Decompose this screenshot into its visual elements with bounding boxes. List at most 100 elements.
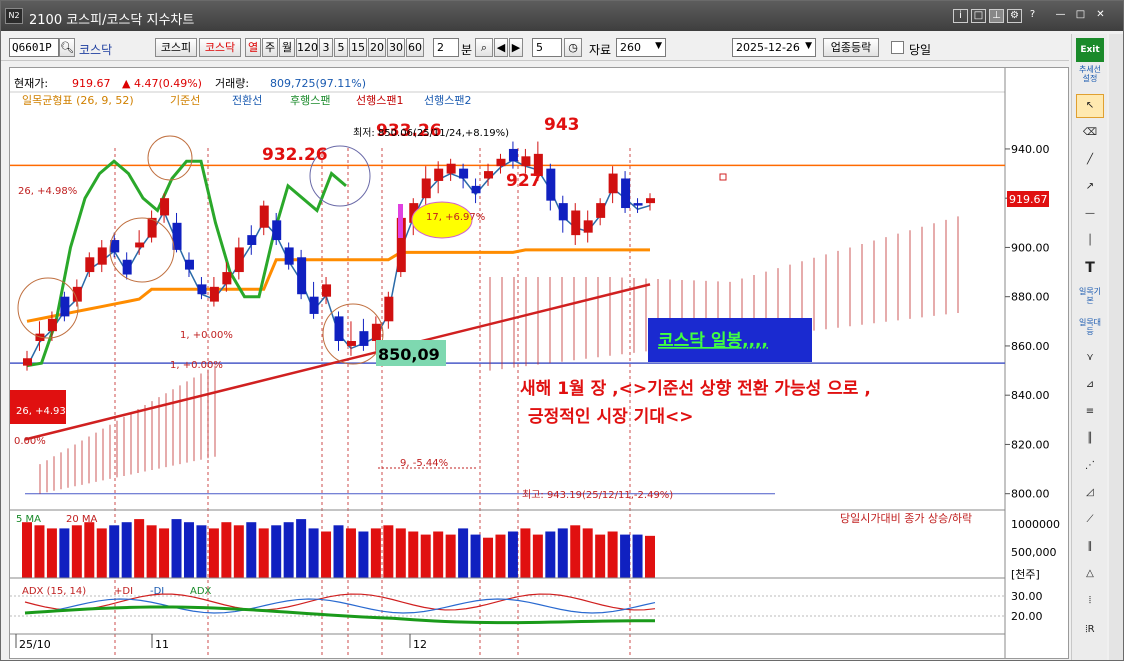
exit-button[interactable]: Exit bbox=[1076, 38, 1104, 62]
toolbar: Q6601P 🔍︎ 코스닥 코스피 코스닥 열 주 월 120 3 5 15 20 30 60 2… bbox=[1, 33, 1069, 61]
volume-bar bbox=[557, 528, 568, 578]
period-button-7[interactable]: 20 bbox=[368, 38, 386, 57]
adx-axis-30: 30.00 bbox=[1011, 590, 1043, 603]
fibonacci-retracement-icon[interactable]: ≡ bbox=[1076, 400, 1104, 424]
parallel-lines-icon[interactable]: ∥ bbox=[1076, 535, 1104, 559]
eraser-icon[interactable]: ⌫ bbox=[1076, 121, 1104, 145]
gann-fan-icon[interactable]: ⋰ bbox=[1076, 454, 1104, 478]
min-text: 최고: 943.19(25/12/11,-2.49%) bbox=[522, 489, 673, 501]
current-price-tag: 919.67 bbox=[1009, 193, 1048, 206]
search-icon[interactable]: 🔍︎ bbox=[59, 38, 75, 57]
maximize-icon[interactable]: □ bbox=[1073, 9, 1088, 23]
trendline-settings-button[interactable]: 추세선설정 bbox=[1076, 64, 1104, 88]
candle-body bbox=[546, 168, 556, 201]
candle-body bbox=[309, 296, 319, 314]
restore-icon[interactable]: □ bbox=[971, 9, 986, 23]
date-select[interactable]: 2025-12-26 ▼ bbox=[732, 38, 816, 57]
sector-button[interactable]: 업종등락 bbox=[823, 38, 879, 57]
volume-bar bbox=[296, 519, 307, 578]
volume-bar bbox=[632, 534, 643, 578]
volume-bar bbox=[183, 522, 194, 578]
cycle-icon[interactable]: ⦙ bbox=[1076, 589, 1104, 613]
code-input[interactable]: Q6601P bbox=[9, 38, 59, 57]
legend-leading-span1: 선행스팬1 bbox=[356, 94, 403, 107]
volume-bar bbox=[146, 525, 157, 578]
period-button-0[interactable]: 열 bbox=[245, 38, 261, 57]
pct-label-7: 0.00% bbox=[14, 436, 46, 447]
period-value-input[interactable]: 2 bbox=[433, 38, 459, 57]
volume-bar bbox=[458, 528, 469, 578]
candle-body bbox=[446, 163, 456, 174]
volume-axis-label: 500,000 bbox=[1011, 546, 1057, 559]
vertical-scrollbar[interactable] bbox=[1109, 34, 1123, 660]
cursor-icon[interactable]: ↖ bbox=[1076, 94, 1104, 118]
candle-body bbox=[421, 178, 431, 199]
candle-body bbox=[583, 220, 593, 233]
fan-icon[interactable]: ⋎ bbox=[1076, 346, 1104, 370]
zoom-icon[interactable]: ⌕ bbox=[475, 38, 493, 57]
chart-svg[interactable]: 현재가: 919.67 ▲ 4.47(0.49%) 거래량: 809,725(97.11… bbox=[10, 68, 1068, 658]
box-label: 코스닥 일봉,,,, bbox=[658, 331, 768, 351]
gann-grid-icon[interactable]: ◿ bbox=[1076, 481, 1104, 505]
period-button-6[interactable]: 15 bbox=[349, 38, 367, 57]
minimize-icon[interactable]: — bbox=[1053, 9, 1068, 23]
candle-body bbox=[646, 198, 655, 204]
close-icon[interactable]: ✕ bbox=[1093, 9, 1108, 23]
ichimoku-equal-button[interactable]: 일목대등 bbox=[1076, 317, 1104, 341]
candle-body bbox=[110, 240, 120, 253]
volume-bar bbox=[395, 528, 406, 578]
legend-lagging-span: 후행스팬 bbox=[290, 94, 330, 107]
volume-bar bbox=[507, 531, 518, 578]
period-button-8[interactable]: 30 bbox=[387, 38, 405, 57]
speed-line-icon[interactable]: ⟋ bbox=[1076, 508, 1104, 532]
text-tool-icon[interactable]: T bbox=[1076, 256, 1104, 280]
candle-body bbox=[209, 286, 219, 302]
fibonacci-time-icon[interactable]: ║ bbox=[1076, 427, 1104, 451]
period-button-5[interactable]: 5 bbox=[334, 38, 348, 57]
clock-icon[interactable]: ◷ bbox=[564, 38, 582, 57]
arrow-line-icon[interactable]: ↗ bbox=[1076, 175, 1104, 199]
line-icon[interactable]: ╱ bbox=[1076, 148, 1104, 172]
volume-bar bbox=[246, 522, 257, 578]
next-icon[interactable]: ▶ bbox=[509, 38, 523, 57]
help-icon[interactable]: ? bbox=[1025, 9, 1040, 23]
vertical-line-icon[interactable]: │ bbox=[1076, 229, 1104, 253]
cycle-r-icon[interactable]: ⦙R bbox=[1076, 618, 1104, 642]
pct-label-5: 1, +0.00% bbox=[180, 330, 233, 341]
settings-icon[interactable]: ⚙ bbox=[1007, 9, 1022, 23]
period-button-9[interactable]: 60 bbox=[406, 38, 424, 57]
pin-icon[interactable]: ⊥ bbox=[989, 9, 1004, 23]
horizontal-line-icon[interactable]: — bbox=[1076, 202, 1104, 226]
candle-body bbox=[47, 318, 57, 332]
period-button-2[interactable]: 월 bbox=[279, 38, 295, 57]
title-bar: N2 2100 코스피/코스닥 지수차트 i □ ⊥ ⚙ ? — □ ✕ bbox=[1, 1, 1123, 31]
y-tick-label: 800.00 bbox=[1011, 488, 1050, 501]
candle-body bbox=[197, 284, 207, 295]
drawing-tools-panel: Exit 추세선설정 ↖ ⌫ ╱ ↗ — │ T 일목기본 일목대등 ⋎ ⊿ ≡… bbox=[1071, 34, 1107, 660]
data-select-value: 260 bbox=[620, 41, 641, 54]
volume-axis-label: [천주] bbox=[1011, 567, 1040, 581]
y-tick-label: 880.00 bbox=[1011, 291, 1050, 304]
period-button-4[interactable]: 3 bbox=[319, 38, 333, 57]
info-icon[interactable]: i bbox=[953, 9, 968, 23]
triangle-icon[interactable]: △ bbox=[1076, 562, 1104, 586]
volume-bar bbox=[470, 534, 481, 578]
volume-bar bbox=[607, 531, 618, 578]
comment-line-1: 새해 1월 장 ,<>기준선 상향 전환 가능성 으로 , bbox=[520, 378, 871, 399]
ichimoku-basic-button[interactable]: 일목기본 bbox=[1076, 286, 1104, 310]
adx-plus-legend: +DI bbox=[114, 586, 133, 597]
data-select[interactable]: 260 ▼ bbox=[616, 38, 666, 57]
kosdaq-button[interactable]: 코스닥 bbox=[199, 38, 241, 57]
today-checkbox[interactable] bbox=[891, 41, 904, 54]
chart-area[interactable]: 현재가: 919.67 ▲ 4.47(0.49%) 거래량: 809,725(97.11… bbox=[9, 67, 1069, 659]
volume-bar bbox=[570, 525, 581, 578]
period-button-3[interactable]: 120 bbox=[296, 38, 318, 57]
y-tick-label: 940.00 bbox=[1011, 143, 1050, 156]
period-button-1[interactable]: 주 bbox=[262, 38, 278, 57]
count-input[interactable]: 5 bbox=[532, 38, 562, 57]
adx-adx-legend: ADX bbox=[190, 586, 212, 597]
kospi-button[interactable]: 코스피 bbox=[155, 38, 197, 57]
prev-icon[interactable]: ◀ bbox=[494, 38, 508, 57]
fibonacci-fan-icon[interactable]: ⊿ bbox=[1076, 373, 1104, 397]
volume-label: 거래량: bbox=[215, 77, 249, 90]
